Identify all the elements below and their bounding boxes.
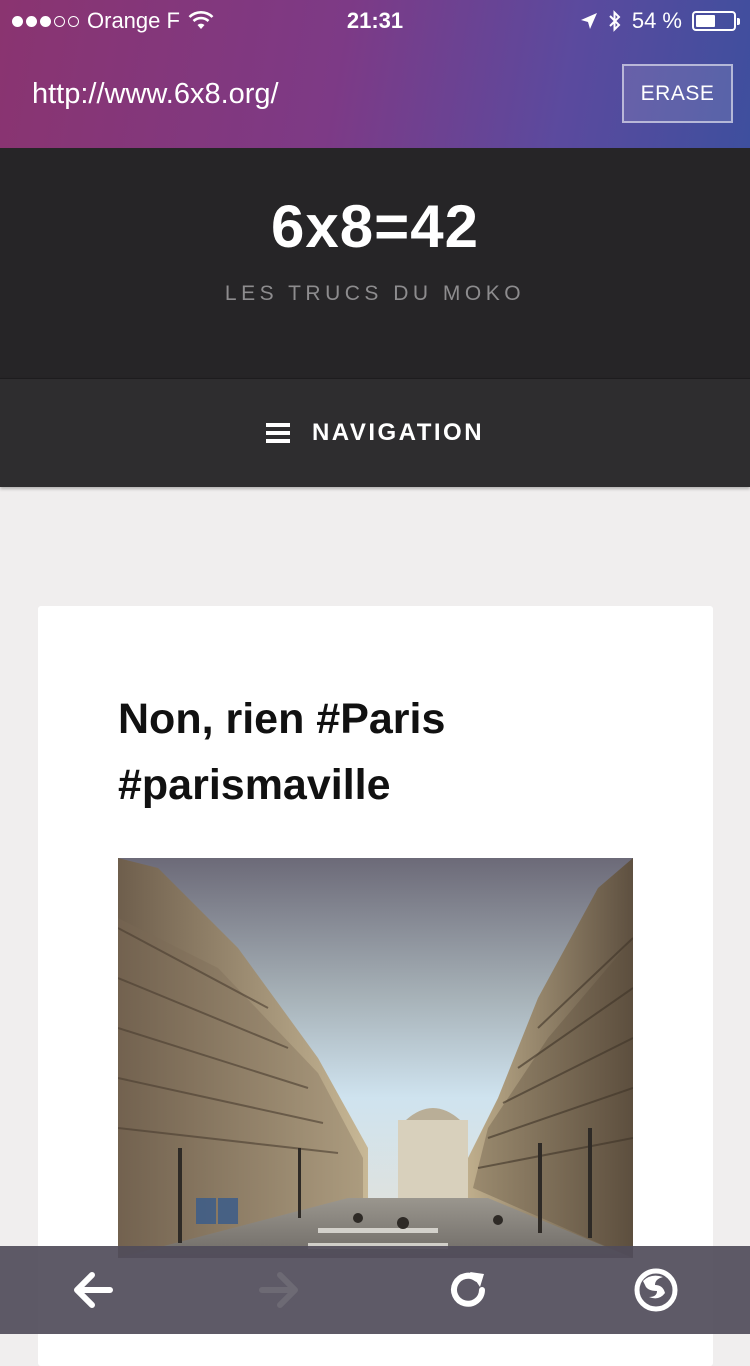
site-header: 6x8=42 LES TRUCS DU MOKO — [0, 148, 750, 378]
status-bar: Orange F 21:31 54 % — [0, 0, 750, 44]
back-button[interactable] — [64, 1262, 120, 1318]
browser-chrome: Orange F 21:31 54 % http://www.6x8.org/ … — [0, 0, 750, 148]
navigation-toggle[interactable]: NAVIGATION — [0, 419, 750, 447]
post-title[interactable]: Non, rien #Paris #parismaville — [118, 686, 638, 818]
battery-icon — [692, 11, 740, 31]
address-bar-url[interactable]: http://www.6x8.org/ — [32, 78, 279, 111]
bluetooth-icon — [609, 10, 621, 32]
navigation-bar[interactable]: NAVIGATION — [0, 378, 750, 487]
reload-button[interactable] — [440, 1262, 496, 1318]
arrow-left-icon — [74, 1272, 113, 1308]
location-arrow-icon — [580, 13, 597, 29]
site-tagline: LES TRUCS DU MOKO — [224, 282, 526, 305]
firefox-button[interactable] — [628, 1262, 684, 1318]
reload-icon — [451, 1272, 485, 1307]
battery-percentage: 54 % — [631, 8, 682, 33]
post-image[interactable] — [118, 858, 633, 1258]
battery-level — [696, 15, 715, 27]
arrow-right-icon — [259, 1272, 298, 1308]
hamburger-menu-icon — [265, 423, 290, 443]
paris-street-photo — [118, 858, 633, 1258]
browser-toolbar — [0, 1246, 750, 1334]
erase-button[interactable]: ERASE — [622, 64, 733, 123]
site-title[interactable]: 6x8=42 — [0, 192, 750, 261]
firefox-icon — [634, 1268, 678, 1312]
navigation-label: NAVIGATION — [311, 419, 485, 446]
forward-button[interactable] — [252, 1262, 308, 1318]
status-right: 54 % — [580, 8, 740, 34]
